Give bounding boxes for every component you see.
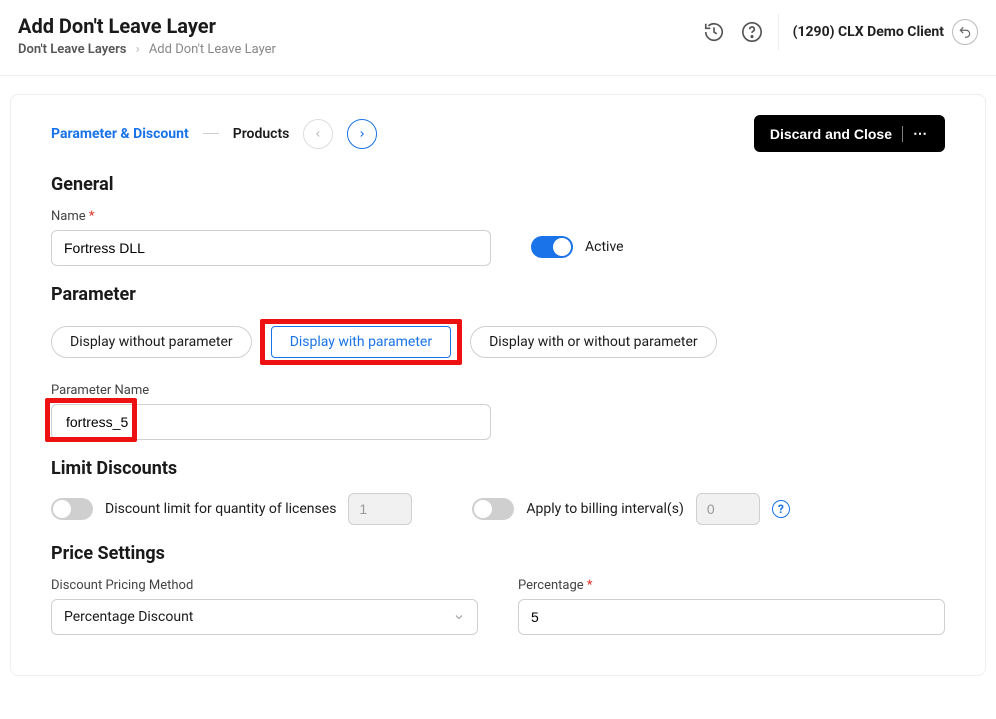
name-label: Name [51, 209, 491, 224]
client-label: (1290) CLX Demo Client [793, 24, 944, 40]
interval-toggle[interactable] [472, 498, 514, 520]
name-input[interactable] [51, 230, 491, 266]
help-icon[interactable] [740, 20, 764, 44]
top-bar: Add Don't Leave Layer Don't Leave Layers… [0, 0, 996, 76]
section-heading-parameter: Parameter [51, 284, 945, 305]
prev-step-button[interactable] [303, 119, 333, 149]
interval-label: Apply to billing interval(s) [526, 501, 683, 517]
breadcrumb-link[interactable]: Don't Leave Layers [18, 42, 126, 57]
pricing-method-value: Percentage Discount [64, 609, 193, 625]
parameter-name-label: Parameter Name [51, 383, 945, 398]
section-heading-price: Price Settings [51, 543, 945, 564]
pricing-method-label: Discount Pricing Method [51, 578, 478, 593]
option-with-parameter[interactable]: Display with parameter [271, 326, 451, 358]
percentage-input[interactable] [518, 599, 945, 635]
qty-limit-toggle[interactable] [51, 498, 93, 520]
discard-close-button[interactable]: Discard and Close ⋯ [754, 115, 945, 152]
chevron-down-icon [453, 611, 465, 623]
page-title: Add Don't Leave Layer [18, 14, 276, 38]
breadcrumb-current: Add Don't Leave Layer [149, 42, 276, 57]
divider [778, 14, 779, 50]
history-icon[interactable] [702, 20, 726, 44]
wizard-steps: Parameter & Discount Products [51, 119, 377, 149]
button-divider [902, 126, 903, 142]
highlight-box-option: Display with parameter [260, 319, 462, 365]
undo-icon[interactable] [952, 19, 978, 45]
section-heading-limits: Limit Discounts [51, 458, 945, 479]
breadcrumb: Don't Leave Layers › Add Don't Leave Lay… [18, 42, 276, 57]
client-selector[interactable]: (1290) CLX Demo Client [793, 19, 978, 45]
qty-limit-label: Discount limit for quantity of licenses [105, 501, 336, 517]
more-options-icon[interactable]: ⋯ [913, 125, 929, 142]
option-with-or-without-parameter[interactable]: Display with or without parameter [470, 326, 717, 358]
step-parameter-discount[interactable]: Parameter & Discount [51, 126, 189, 142]
step-connector [203, 133, 219, 135]
active-toggle-label: Active [585, 239, 624, 255]
active-toggle[interactable] [531, 236, 573, 258]
next-step-button[interactable] [347, 119, 377, 149]
step-products[interactable]: Products [233, 126, 290, 142]
discard-close-label: Discard and Close [770, 126, 892, 142]
pricing-method-select[interactable]: Percentage Discount [51, 599, 478, 635]
percentage-label: Percentage [518, 578, 945, 593]
parameter-name-input[interactable] [51, 404, 491, 440]
section-heading-general: General [51, 174, 945, 195]
form-card: Parameter & Discount Products Discard an… [10, 94, 986, 676]
qty-limit-input[interactable] [348, 493, 412, 525]
interval-input[interactable] [696, 493, 760, 525]
interval-help-icon[interactable]: ? [772, 500, 790, 518]
parameter-mode-group: Display without parameter Display with p… [51, 319, 945, 365]
breadcrumb-separator-icon: › [136, 42, 140, 57]
option-without-parameter[interactable]: Display without parameter [51, 326, 252, 358]
